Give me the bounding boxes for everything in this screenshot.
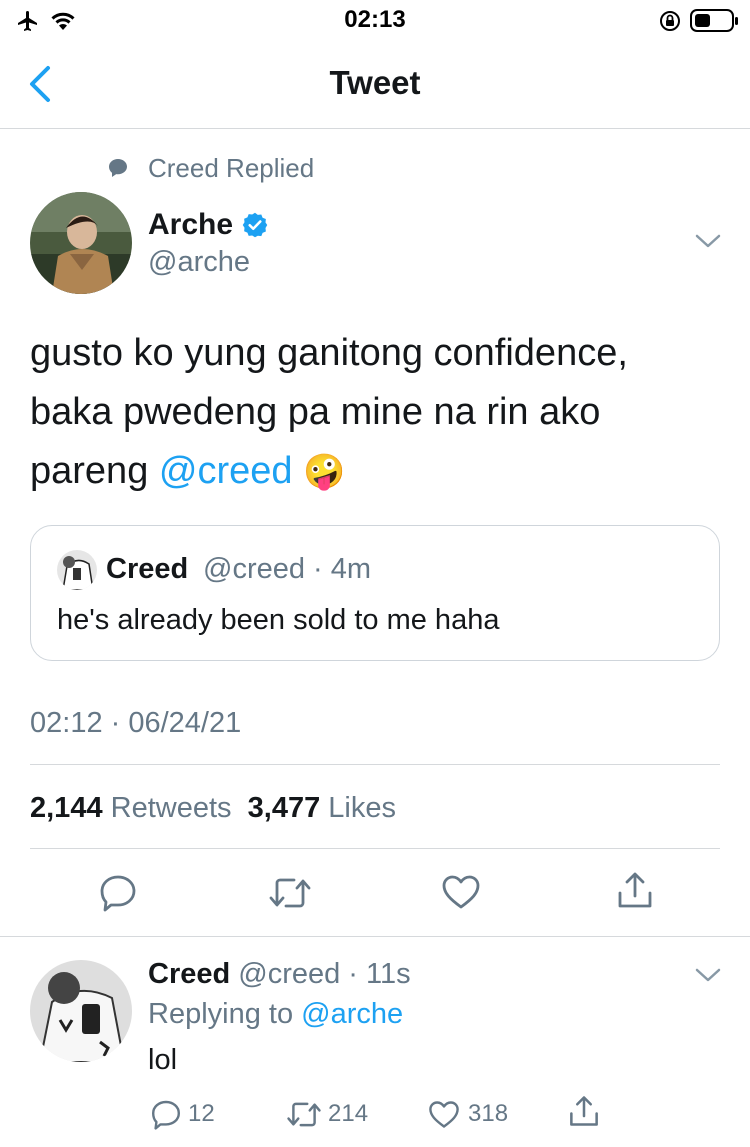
replying-to-prefix: Replying to — [148, 998, 294, 1030]
stats-divider-bottom — [30, 848, 720, 849]
retweets-label: Retweets — [110, 792, 232, 824]
reply-author-avatar[interactable] — [30, 960, 132, 1062]
reply-reply-action[interactable]: 12 — [150, 1096, 215, 1132]
battery-icon — [690, 9, 738, 32]
likes-count: 3,477 — [247, 792, 321, 824]
retweet-icon — [287, 1102, 321, 1126]
share-icon[interactable] — [616, 870, 654, 910]
tweet-stats: 2,144 Retweets 3,477 Likes — [30, 792, 396, 825]
stats-divider-top — [30, 764, 720, 765]
reply-icon[interactable] — [98, 872, 138, 912]
author-avatar[interactable] — [30, 192, 132, 294]
tweet-text-line: pareng @creed 🤪 — [30, 442, 730, 502]
reply-share-icon[interactable] — [568, 1094, 600, 1128]
retweets-count: 2,144 — [30, 792, 103, 824]
reply-retweet-action[interactable]: 214 — [286, 1096, 368, 1132]
reply-likes-count: 318 — [468, 1100, 509, 1127]
reply-author-line: Creed @creed · 11s — [148, 958, 411, 991]
reply-retweets-count: 214 — [328, 1100, 369, 1127]
reply-chevron-down-icon[interactable] — [694, 966, 722, 984]
author-name[interactable]: Arche — [148, 208, 233, 242]
quoted-author-name: Creed — [106, 553, 189, 585]
reply-text: lol — [148, 1044, 178, 1076]
status-time: 02:13 — [344, 6, 406, 33]
tweet-text-line: baka pwedeng pa mine na rin ako — [30, 391, 601, 433]
replying-to-line: Replying to @arche — [148, 998, 403, 1031]
tweet-text-prefix: pareng — [30, 450, 159, 492]
chevron-down-icon[interactable] — [694, 232, 722, 250]
retweet-icon[interactable] — [268, 874, 312, 912]
reply-bubble-icon — [109, 159, 127, 177]
quoted-tweet-card[interactable]: Creed @creed · 4m he's already been sold… — [30, 525, 720, 661]
quoted-author-avatar — [57, 550, 97, 590]
quoted-tweet-text: he's already been sold to me haha — [57, 604, 500, 636]
retweets-stat[interactable]: 2,144 Retweets — [30, 792, 232, 824]
like-heart-icon — [429, 1100, 459, 1128]
likes-label: Likes — [328, 792, 396, 824]
mention-link[interactable]: @creed — [159, 450, 293, 492]
replying-to-link[interactable]: @arche — [301, 998, 403, 1030]
likes-stat[interactable]: 3,477 Likes — [248, 792, 396, 824]
reply-like-action[interactable]: 318 — [428, 1096, 508, 1132]
author-handle: @arche — [148, 246, 250, 278]
emoji: 🤪 — [303, 453, 346, 491]
reply-handle-time: @creed · 11s — [238, 958, 411, 990]
page-title: Tweet — [329, 64, 421, 101]
like-heart-icon[interactable] — [441, 874, 481, 910]
verified-badge-icon — [242, 212, 268, 238]
tweet-text-line: gusto ko yung ganitong confidence, — [30, 332, 628, 374]
quoted-handle-time: @creed · 4m — [203, 553, 372, 585]
social-context-label: Creed Replied — [148, 153, 315, 183]
status-bar: 02:13 — [0, 0, 750, 44]
tweet-text: gusto ko yung ganitong confidence, baka … — [30, 324, 730, 502]
reply-section-divider — [0, 936, 750, 937]
reply-replies-count: 12 — [188, 1100, 215, 1127]
header-divider — [0, 128, 750, 129]
tweet-timestamp: 02:12 · 06/24/21 — [30, 707, 242, 739]
reply-author-name[interactable]: Creed — [148, 958, 230, 990]
rotation-lock-icon — [660, 11, 680, 31]
reply-icon — [152, 1100, 180, 1130]
